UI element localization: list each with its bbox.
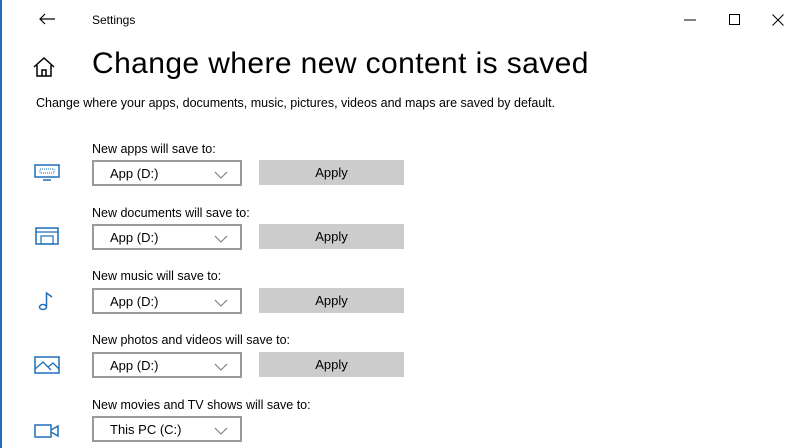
photos-save-label: New photos and videos will save to: bbox=[92, 333, 291, 347]
documents-drive-value: App (D:) bbox=[110, 230, 159, 245]
apps-save-label: New apps will save to: bbox=[92, 142, 216, 156]
page-description: Change where your apps, documents, music… bbox=[36, 96, 556, 110]
photos-apply-button[interactable]: Apply bbox=[259, 352, 404, 377]
apps-apply-button[interactable]: Apply bbox=[259, 160, 404, 185]
home-icon bbox=[33, 56, 55, 77]
close-button[interactable] bbox=[756, 4, 802, 34]
video-camera-icon bbox=[34, 424, 59, 438]
music-drive-dropdown[interactable]: App (D:) bbox=[92, 288, 242, 314]
photos-drive-value: App (D:) bbox=[110, 358, 159, 373]
chevron-down-icon bbox=[214, 171, 228, 179]
movies-save-label: New movies and TV shows will save to: bbox=[92, 398, 311, 412]
music-apply-button[interactable]: Apply bbox=[259, 288, 404, 313]
chevron-down-icon bbox=[214, 299, 228, 307]
window-border bbox=[0, 0, 2, 448]
photo-icon bbox=[34, 356, 60, 374]
back-button[interactable] bbox=[34, 6, 62, 32]
apps-drive-value: App (D:) bbox=[110, 166, 159, 181]
page-title: Change where new content is saved bbox=[92, 47, 589, 80]
window-title: Settings bbox=[92, 13, 136, 27]
back-arrow-icon bbox=[39, 13, 55, 25]
documents-drive-dropdown[interactable]: App (D:) bbox=[92, 224, 242, 250]
maximize-icon bbox=[729, 14, 740, 25]
close-icon bbox=[772, 14, 784, 26]
documents-save-label: New documents will save to: bbox=[92, 206, 250, 220]
movies-drive-dropdown[interactable]: This PC (C:) bbox=[92, 416, 242, 442]
title-bar: Settings bbox=[0, 0, 802, 40]
monitor-icon bbox=[34, 164, 60, 181]
movies-drive-value: This PC (C:) bbox=[110, 422, 182, 437]
minimize-button[interactable] bbox=[668, 4, 714, 34]
chevron-down-icon bbox=[214, 363, 228, 371]
music-save-label: New music will save to: bbox=[92, 269, 222, 283]
maximize-button[interactable] bbox=[713, 4, 759, 34]
chevron-down-icon bbox=[214, 235, 228, 243]
photos-drive-dropdown[interactable]: App (D:) bbox=[92, 352, 242, 378]
documents-drive-icon bbox=[35, 227, 59, 245]
chevron-down-icon bbox=[214, 427, 228, 435]
apps-drive-dropdown[interactable]: App (D:) bbox=[92, 160, 242, 186]
documents-apply-button[interactable]: Apply bbox=[259, 224, 404, 249]
music-note-icon bbox=[38, 291, 53, 311]
music-drive-value: App (D:) bbox=[110, 294, 159, 309]
minimize-icon bbox=[684, 19, 696, 21]
